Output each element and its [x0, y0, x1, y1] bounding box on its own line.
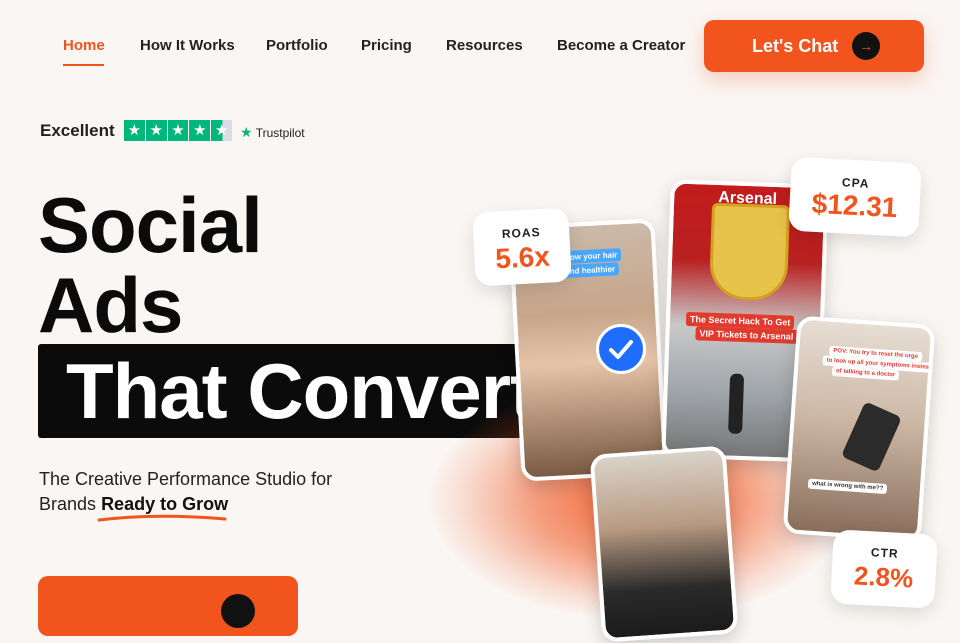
cpa-card: CPA $12.31: [788, 156, 922, 238]
trustpilot-logo: ★ Trustpilot: [240, 124, 305, 141]
lets-chat-button[interactable]: Let's Chat →: [704, 20, 924, 72]
nav-become-a-creator[interactable]: Become a Creator: [557, 37, 685, 54]
trustpilot-star-icon: ★: [240, 124, 253, 140]
nav-active-underline: [63, 64, 104, 66]
roas-value: 5.6x: [494, 240, 551, 275]
nav-pricing[interactable]: Pricing: [361, 37, 412, 54]
star-icon: ★: [124, 120, 145, 141]
arsenal-sign: Arsenal: [717, 188, 778, 209]
nav-how-it-works[interactable]: How It Works: [140, 37, 235, 54]
nav-home[interactable]: Home: [63, 37, 105, 54]
lets-chat-label: Let's Chat: [752, 36, 839, 56]
ctr-card: CTR 2.8%: [830, 529, 938, 609]
star-icon: ★: [189, 120, 211, 141]
arrow-right-icon: →: [852, 32, 880, 60]
arrow-circle-icon: [221, 594, 255, 628]
phone-chat: what is wrong with me??: [807, 478, 888, 495]
hero-cta-button[interactable]: [38, 576, 298, 636]
phone-icon: [841, 401, 902, 473]
cpa-value: $12.31: [810, 187, 899, 224]
verified-check-icon: [596, 324, 646, 374]
star-icon: ★: [145, 120, 167, 141]
person-figure: [728, 373, 745, 434]
half-star-icon: ★: [211, 120, 232, 141]
subtitle-highlight: Ready to Grow: [101, 494, 229, 514]
trustpilot-stars: ★ ★ ★ ★ ★: [124, 120, 232, 141]
arsenal-crest-icon: [708, 202, 791, 302]
nav-resources[interactable]: Resources: [446, 37, 523, 54]
roas-card: ROAS 5.6x: [472, 207, 572, 287]
ugc-video-phone[interactable]: POV: You try to reset the urge to look u…: [782, 315, 936, 543]
headline-line-2: Ads: [38, 261, 183, 349]
trustpilot-brand: Trustpilot: [255, 126, 305, 140]
arsenal-caption-2: VIP Tickets to Arsenal: [695, 326, 798, 344]
ugc-video-girl[interactable]: [589, 445, 739, 643]
headline-line-1: Social: [38, 181, 263, 269]
nav-portfolio[interactable]: Portfolio: [266, 37, 328, 54]
underline-swoosh: [97, 514, 227, 522]
top-navigation: Home How It Works Portfolio Pricing Reso…: [0, 0, 960, 90]
star-icon: ★: [167, 120, 189, 141]
hero-subtitle: The Creative Performance Studio for Bran…: [39, 467, 359, 517]
rating-word: Excellent: [40, 121, 115, 140]
headline-line-3: That Convert: [66, 347, 536, 435]
ctr-value: 2.8%: [853, 560, 914, 594]
